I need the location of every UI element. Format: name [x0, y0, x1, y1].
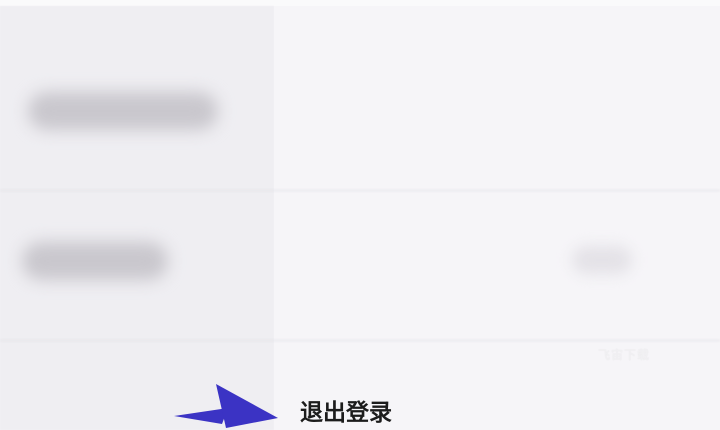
logout-button[interactable]: 退出登录 [0, 384, 720, 430]
arrow-head [216, 384, 278, 428]
watermark-text: 飞宙下载 [598, 348, 651, 362]
blurred-setting-item-1[interactable] [28, 92, 218, 130]
arrow-shaft [174, 408, 228, 424]
blurred-setting-item-2[interactable] [22, 242, 168, 280]
settings-screen: 飞宙下载 退出登录 [0, 0, 720, 430]
right-panel [274, 6, 720, 430]
divider [0, 190, 720, 191]
divider [0, 340, 720, 341]
logout-label: 退出登录 [300, 400, 392, 426]
blurred-setting-value-2 [572, 246, 632, 274]
left-panel [0, 6, 274, 430]
arrow-right-annotation-icon [174, 384, 278, 428]
